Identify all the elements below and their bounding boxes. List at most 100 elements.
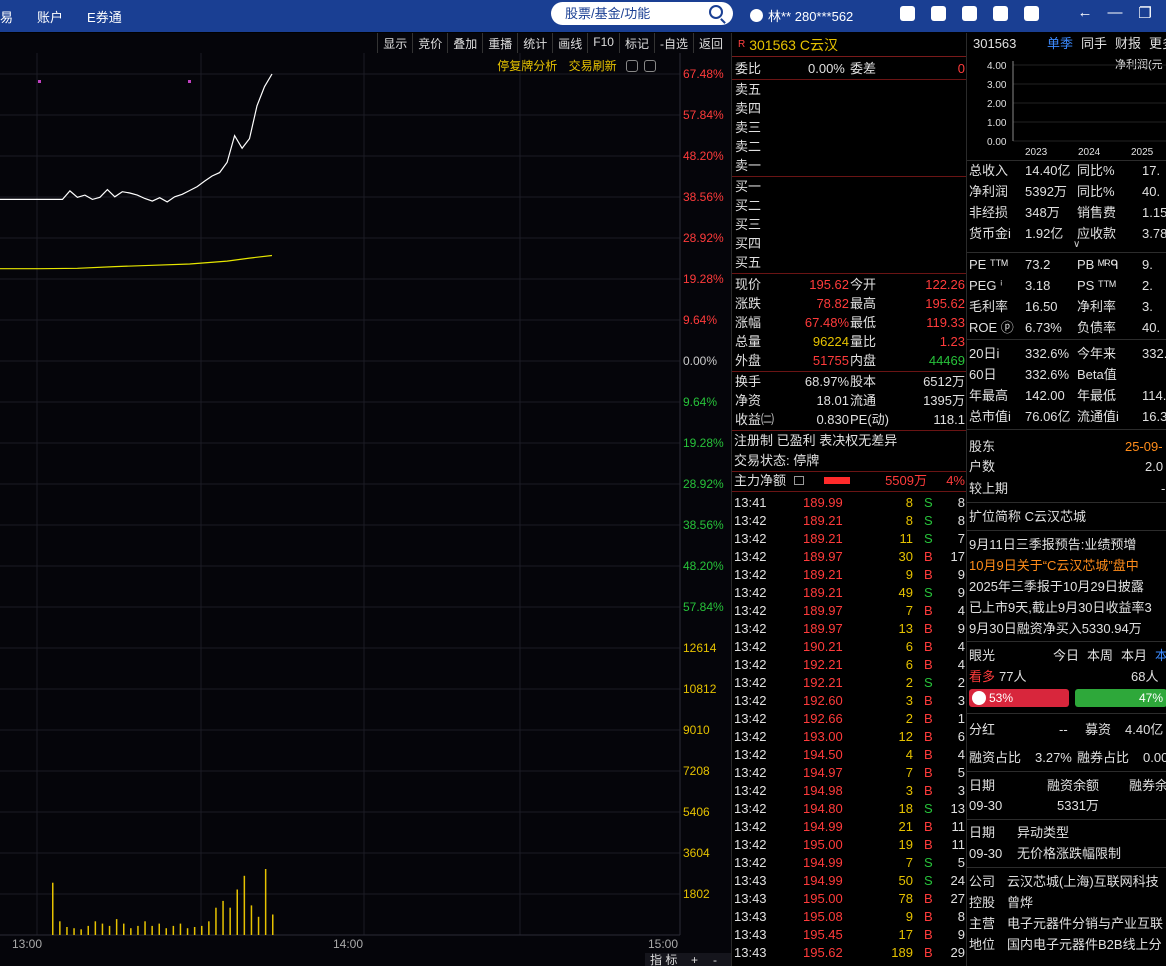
halt-analysis-link[interactable]: 停复牌分析 (497, 59, 557, 73)
margin-table-header: 日期 融资余额 融券余 (967, 776, 1166, 796)
indicator-tab[interactable]: 指 标 (650, 952, 677, 966)
metric-value: 1.92亿 (1025, 226, 1064, 241)
toolbar-overlay[interactable]: 叠加 (447, 33, 482, 53)
tab-more[interactable]: 更多 (1149, 34, 1166, 54)
vision-tab-today[interactable]: 今日 (1053, 646, 1079, 666)
volume-bar (201, 925, 203, 935)
tab-report[interactable]: 财报 (1115, 34, 1141, 54)
settings-icon[interactable] (644, 60, 656, 72)
tick-row: 13:42 192.60 3 B 3 (732, 692, 967, 710)
tick-price: 194.80 (803, 801, 843, 816)
toolbar-mark[interactable]: 标记 (618, 33, 654, 53)
restore-icon[interactable]: ❐ (1130, 4, 1160, 22)
toolbar-stats[interactable]: 统计 (517, 33, 552, 53)
news-item[interactable]: 已上市9天,截止9月30日收益率3 (967, 598, 1166, 618)
toolbar-watchlist[interactable]: -自选 (653, 33, 693, 53)
tick-direction: S (924, 513, 933, 528)
stat-label: 收益㈡ (735, 412, 775, 427)
tick-time: 13:42 (734, 531, 767, 546)
tab-quarter[interactable]: 单季 (1047, 34, 1073, 54)
user-icon (750, 9, 763, 22)
list-icon[interactable] (794, 476, 804, 485)
zoom-in-button[interactable]: + (691, 953, 698, 966)
tick-volume: 3 (905, 783, 913, 798)
toolbar-draw[interactable]: 画线 (552, 33, 587, 53)
news-text[interactable]: 9月11日三季报预告:业绩预增 (969, 535, 1136, 555)
tab-yoy[interactable]: 同手 (1081, 34, 1107, 54)
mini-y-tick: 1.00 (987, 118, 1007, 129)
tick-time: 13:43 (734, 873, 767, 888)
event-marker[interactable] (188, 80, 191, 83)
tick-direction: B (924, 945, 933, 960)
vision-tab-more[interactable]: 本 (1155, 646, 1166, 666)
toolbar-replay[interactable]: 重播 (482, 33, 517, 53)
search-icon[interactable] (709, 5, 723, 19)
back-arrow-icon[interactable]: ← (1070, 4, 1100, 22)
menu-trade[interactable]: 易 (0, 7, 13, 26)
zoom-out-button[interactable]: - (713, 953, 717, 966)
tick-direction: S (924, 495, 933, 510)
user-info[interactable]: 林** 280***562 (750, 6, 853, 25)
price-line (0, 73, 273, 203)
tick-time: 13:42 (734, 729, 767, 744)
tick-time: 13:42 (734, 639, 767, 654)
expand-chevron-icon[interactable]: ∨ (1073, 239, 1080, 250)
toolbar-show[interactable]: 显示 (377, 33, 412, 53)
metric-label: 同比% (1077, 163, 1115, 178)
tick-price: 189.21 (803, 585, 843, 600)
stat-label: 股本 (850, 374, 877, 389)
mini-y-tick: 3.00 (987, 80, 1007, 91)
news-text[interactable]: 已上市9天,截止9月30日收益率3 (969, 598, 1152, 618)
toolbar-f10[interactable]: F10 (587, 33, 619, 53)
tick-volume: 8 (905, 495, 913, 510)
main-flow-pct: 4% (946, 473, 965, 488)
thumbs-up-icon[interactable] (972, 691, 986, 705)
tick-time: 13:42 (734, 819, 767, 834)
f-icon[interactable] (931, 6, 946, 21)
metric-label: 今年来 (1077, 346, 1117, 361)
intraday-chart-panel: 67.48% 57.84% 48.20% 38.56% 28.92% 19.28% 9.64… (0, 33, 731, 966)
tick-volume: 18 (898, 801, 913, 816)
tick-volume: 17 (898, 927, 913, 942)
volume-bar (94, 921, 97, 935)
quote-stat-row: 外盘 51755 内盘 44469 (732, 352, 967, 370)
profit-mini-chart[interactable]: 净利润(元 4.00 3.00 2.00 1.00 0.00 2023 2024 2025 (967, 55, 1166, 160)
toolbar-auction[interactable]: 竞价 (412, 33, 447, 53)
sentiment-bar[interactable]: 53% 47% (969, 689, 1166, 707)
tick-direction: S (924, 801, 933, 816)
tick-direction: B (924, 765, 933, 780)
headset-icon[interactable] (993, 6, 1008, 21)
tick-volume: 2 (905, 675, 913, 690)
vision-tab-month[interactable]: 本月 (1121, 646, 1147, 666)
up-icon[interactable] (626, 60, 638, 72)
menu-account[interactable]: 账户 (37, 7, 63, 26)
news-text[interactable]: 9月30日融资净买入5330.94万 (969, 619, 1142, 639)
metric-value: 3.18 (1025, 278, 1051, 293)
tick-time: 13:42 (734, 855, 767, 870)
stat-value: 6512万 (923, 374, 965, 389)
margin-label: 融资占比 (969, 750, 1022, 765)
minimize-icon[interactable]: — (1100, 4, 1130, 22)
news-text[interactable]: 2025年三季报于10月29日披露 (969, 577, 1144, 597)
news-item[interactable]: 9月11日三季报预告:业绩预增 (967, 535, 1166, 555)
toolbar-back[interactable]: 返回 (692, 33, 728, 53)
tick-time: 13:42 (734, 549, 767, 564)
shield-icon[interactable] (962, 6, 977, 21)
performance-row: 60日 332.6% Beta值 (967, 365, 1166, 385)
menu-etong[interactable]: E券通 (87, 7, 122, 26)
close-icon[interactable]: ✕ (1160, 4, 1166, 22)
news-item[interactable]: 2025年三季报于10月29日披露 (967, 577, 1166, 597)
message-icon[interactable] (1024, 6, 1039, 21)
event-marker[interactable] (38, 80, 41, 83)
trade-refresh-link[interactable]: 交易刷新 (569, 59, 617, 73)
search-input[interactable]: 股票/基金/功能 (551, 2, 733, 25)
volume-bar (172, 925, 175, 935)
intraday-chart[interactable]: 67.48% 57.84% 48.20% 38.56% 28.92% 19.28% 9.64… (0, 33, 731, 966)
news-item[interactable]: 9月30日融资净买入5330.94万 (967, 619, 1166, 639)
tick-count: 9 (957, 927, 965, 942)
metric-value: 9. (1142, 257, 1153, 272)
layers-icon[interactable] (900, 6, 915, 21)
news-text[interactable]: 10月9日关于“C云汉芯城”盘中 (969, 556, 1139, 576)
vision-tab-week[interactable]: 本周 (1087, 646, 1113, 666)
news-item[interactable]: 10月9日关于“C云汉芯城”盘中 (967, 556, 1166, 576)
